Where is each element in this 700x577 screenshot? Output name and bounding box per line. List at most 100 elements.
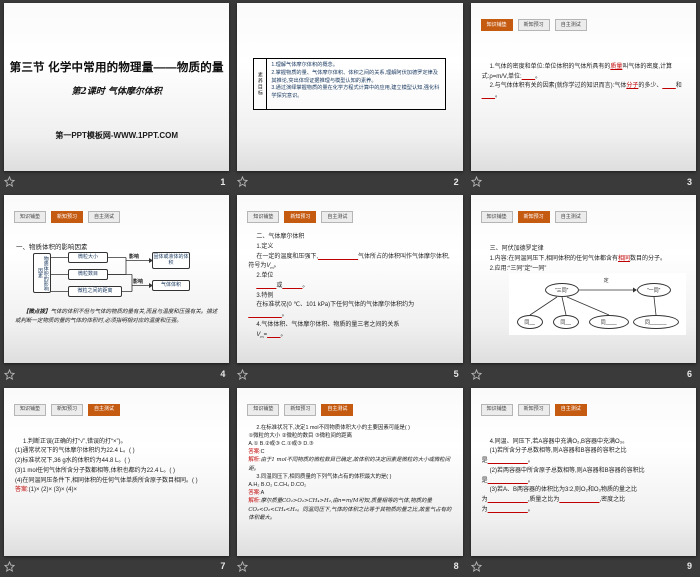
text-line: 1.定义	[256, 244, 274, 251]
objective-item: 2.掌握物质的量、气体摩尔体积、体积之间的关系,理解阿伏加德罗定律及其推论,突出…	[271, 69, 438, 84]
flowchart-factor-box: 微粒大小	[68, 252, 108, 264]
transition-star-icon	[4, 176, 15, 188]
slide-thumbnail-8[interactable]: 知识铺垫 新知预习 自主测试 2.在标准状况下,决定1 mol不同物质体积大小的…	[233, 385, 466, 577]
tab-new-knowledge: 新知预习	[517, 403, 550, 416]
slide-number: 4	[220, 369, 226, 380]
transition-star-icon	[237, 560, 249, 572]
flowchart-factor-box: 微粒数目	[68, 269, 108, 281]
text-line: 为____________,质量之比为____________,密度之比	[481, 496, 626, 503]
arrow-label: 影响	[133, 279, 144, 286]
thumbnail-meta: 2	[237, 173, 459, 190]
slide-thumbnail-9[interactable]: 知识铺垫 新知预习 自主测试 4.同温、同压下,若A容器中充满O₂,B容器中充满…	[467, 385, 700, 577]
tab-bar: 知识铺垫 新知预习 自主测试	[247, 211, 354, 224]
thumbnail-meta: 6	[470, 366, 692, 383]
transition-star-icon	[237, 368, 249, 380]
text-line: 为____________。	[481, 506, 534, 513]
text-line: 2.在标准状况下,决定1 mol不同物质体积大小的主要因素可能是( )	[256, 424, 410, 431]
answer-line: 答案:(1)× (2)× (3)× (4)×	[15, 487, 78, 494]
diagram-connectors	[529, 287, 657, 316]
text-line: A.① B.②或③ C.①或③ D.③	[248, 441, 314, 448]
text-line: 3.同温同压下,相同质量的下列气体占有的体积最大的是( )	[256, 473, 392, 480]
objective-item: 1.理解气体摩尔体积的概念。	[271, 62, 338, 68]
thumbnail-meta: 1	[4, 173, 225, 190]
text-line: (3)若A、B两容器的体积比为3∶2,则O₂和O₃物质的量之比	[489, 487, 638, 494]
text-line: 在标准状况(0 ℃、101 kPa)下任何气体的气体摩尔体积约为	[256, 302, 415, 309]
slide-canvas-9: 知识铺垫 新知预习 自主测试 4.同温、同压下,若A容器中充满O₂,B容器中充满…	[470, 387, 696, 556]
text-line: (1)通常状况下的气体摩尔体积约为22.4 L。( )	[15, 448, 135, 455]
flowchart-outcome-box: 固体或液体的体积	[152, 252, 190, 270]
slide-thumbnail-7[interactable]: 知识铺垫 新知预习 自主测试 1.判断正误(正确的打“√”,错误的打“×”)。 …	[0, 385, 233, 577]
tab-self-test: 自主测试	[88, 403, 121, 416]
tab-bar: 知识铺垫 新知预习 自主测试	[480, 403, 587, 416]
transition-star-icon	[470, 176, 482, 188]
thumbnail-meta: 8	[237, 558, 459, 575]
flowchart-root-box: 物质体积的影响因素	[33, 253, 51, 294]
text-line: (4)在同温同压条件下,相同体积的任何气体单质所含原子数目相同。( )	[15, 477, 198, 484]
analysis-line: 解析:摩尔质量CO₂>O₂>CH₄>H₂,由n=m/M可知,质量相等的气体,物质…	[248, 498, 452, 521]
text-line: 4.气体体积、气体摩尔体积、物质的量三者之间的关系	[256, 321, 400, 328]
text-line: 2.与气体体积有关的因素(就你学过的知识而言):气体分子的多少、____和___…	[481, 83, 682, 100]
tab-new-knowledge: 新知预习	[517, 19, 550, 31]
flowchart-factor-box: 微粒之间的距离	[68, 286, 122, 298]
slide-canvas-2: 素养目标 1.理解气体摩尔体积的概念。 2.掌握物质的量、气体摩尔体积、体积之间…	[237, 3, 463, 171]
slide-canvas-3: 知识铺垫 新知预习 自主测试 1.气体的密度和单位:单位体积的气体所具有的质量叫…	[470, 3, 696, 171]
slide-canvas-4: 知识铺垫 新知预习 自主测试 一、物质体积的影响因素 物质体积的影响因素 微粒大…	[4, 195, 230, 364]
transition-star-icon	[237, 176, 249, 188]
text-line: __________。	[248, 312, 288, 319]
text-line: 在一定的温度和压强下,____________气体所占的体积叫作气体摩尔体积,符…	[248, 253, 450, 271]
slide-thumbnail-3[interactable]: 知识铺垫 新知预习 自主测试 1.气体的密度和单位:单位体积的气体所具有的质量叫…	[467, 0, 700, 192]
thumbnail-meta: 9	[470, 558, 692, 575]
slide-number: 6	[686, 369, 692, 380]
tip-note: 【微点拨】气体的体积不但与气体的物质的量有关,而且与温度和压强有关。描述或判断一…	[15, 308, 221, 326]
answer-line: 答案:C	[248, 449, 265, 456]
tab-self-test: 自主测试	[321, 211, 354, 224]
tip-label: 【微点拨】	[23, 309, 51, 316]
tab-self-test: 自主测试	[321, 403, 354, 416]
tab-knowledge-base: 知识铺垫	[247, 211, 280, 224]
text-line: A.H₂ B.O₂ C.CH₄ D.CO₂	[248, 482, 307, 489]
tab-self-test: 自主测试	[554, 19, 587, 31]
lesson-title: 第三节 化学中常用的物理量——物质的量	[9, 62, 224, 74]
answer-line: 答案:A	[248, 490, 265, 497]
text-line: 二、气体摩尔体积	[256, 234, 305, 241]
transition-star-icon	[4, 560, 15, 572]
transition-star-icon	[4, 368, 15, 380]
slide-thumbnail-4[interactable]: 知识铺垫 新知预习 自主测试 一、物质体积的影响因素 物质体积的影响因素 微粒大…	[0, 192, 233, 384]
slide-thumbnail-2[interactable]: 素养目标 1.理解气体摩尔体积的概念。 2.掌握物质的量、气体摩尔体积、体积之间…	[233, 0, 466, 192]
tab-bar: 知识铺垫 新知预习 自主测试	[480, 19, 587, 31]
arrow-label: 定	[603, 278, 609, 285]
slide-thumbnail-1[interactable]: 第三节 化学中常用的物理量——物质的量 第2课时 气体摩尔体积 第一PPT模板网…	[0, 0, 233, 192]
slide-sorter-grid: 第三节 化学中常用的物理量——物质的量 第2课时 气体摩尔体积 第一PPT模板网…	[0, 0, 700, 577]
objectives-side-label: 素养目标	[254, 59, 268, 109]
text-line: 1.气体的密度和单位:单位体积的气体所具有的质量叫气体的密度,计算式:ρ=m/V…	[481, 64, 673, 80]
slide-canvas-1: 第三节 化学中常用的物理量——物质的量 第2课时 气体摩尔体积 第一PPT模板网…	[4, 3, 230, 171]
tab-bar: 知识铺垫 新知预习 自主测试	[247, 403, 354, 416]
text-line: ______或______。	[256, 282, 309, 289]
transition-star-icon	[470, 560, 482, 572]
slide-body: 4.同温、同压下,若A容器中充满O₂,B容器中充满O₃。 (1)若所含分子总数相…	[482, 438, 688, 516]
tab-bar: 知识铺垫 新知预习 自主测试	[14, 403, 121, 416]
flowchart-outcome-box: 气体体积	[152, 280, 190, 292]
slide-number: 8	[453, 561, 459, 572]
tab-new-knowledge: 新知预习	[284, 211, 317, 224]
objectives-box: 素养目标 1.理解气体摩尔体积的概念。 2.掌握物质的量、气体摩尔体积、体积之间…	[253, 58, 446, 110]
slide-number: 7	[220, 561, 226, 572]
text-line: ①微粒的大小 ②微粒的数目 ③微粒间的距离	[248, 432, 353, 439]
tab-knowledge-base: 知识铺垫	[480, 19, 513, 31]
tab-new-knowledge: 新知预习	[284, 403, 317, 416]
slide-number: 2	[453, 176, 459, 187]
slide-canvas-7: 知识铺垫 新知预习 自主测试 1.判断正误(正确的打“√”,错误的打“×”)。 …	[4, 387, 230, 556]
text-line: (2)标准状况下,36 g水的体积约为44.8 L。( )	[15, 458, 131, 465]
text-line: 1.判断正误(正确的打“√”,错误的打“×”)。	[23, 438, 127, 445]
slide-thumbnail-5[interactable]: 知识铺垫 新知预习 自主测试 二、气体摩尔体积 1.定义 在一定的温度和压强下,…	[233, 192, 466, 384]
slide-body: 2.在标准状况下,决定1 mol不同物质体积大小的主要因素可能是( ) ①微粒的…	[248, 424, 454, 522]
text-line: 是____________。	[481, 458, 534, 465]
slide-thumbnail-6[interactable]: 知识铺垫 新知预习 自主测试 三、阿伏加德罗定律 1.内容:在同温同压下,相同体…	[467, 192, 700, 384]
slide-number: 9	[686, 561, 692, 572]
text-line: (2)若两容器中所含原子总数相等,则A容器和B容器的容积比	[489, 467, 645, 474]
thumbnail-meta: 5	[237, 366, 459, 383]
tab-new-knowledge: 新知预习	[51, 403, 84, 416]
text-line: Vm=____。	[256, 331, 287, 339]
slide-canvas-6: 知识铺垫 新知预习 自主测试 三、阿伏加德罗定律 1.内容:在同温同压下,相同体…	[470, 195, 696, 364]
objective-item: 3.通过演绎掌握物质的量在化学方程式计算中的应用,建立模型认知,强化科学探究意识…	[271, 85, 440, 100]
